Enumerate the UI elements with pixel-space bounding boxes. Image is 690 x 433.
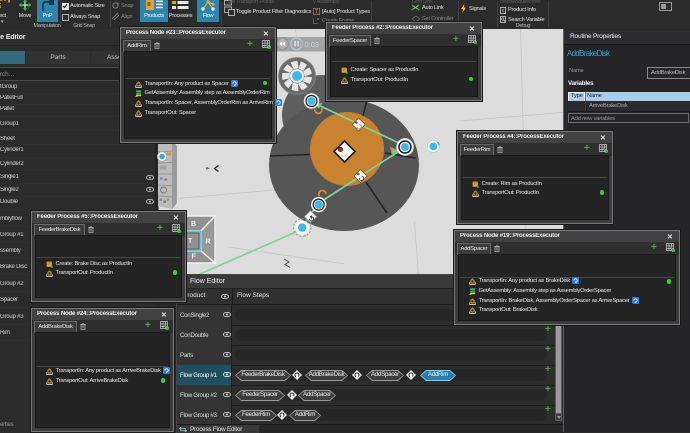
svg-text:F: F	[192, 254, 197, 261]
svg-text:0:03: 0:03	[305, 40, 320, 49]
svg-text:T: T	[188, 238, 193, 245]
svg-text:B: B	[191, 221, 196, 228]
svg-text:T: T	[314, 10, 317, 15]
svg-text:R: R	[206, 239, 211, 246]
